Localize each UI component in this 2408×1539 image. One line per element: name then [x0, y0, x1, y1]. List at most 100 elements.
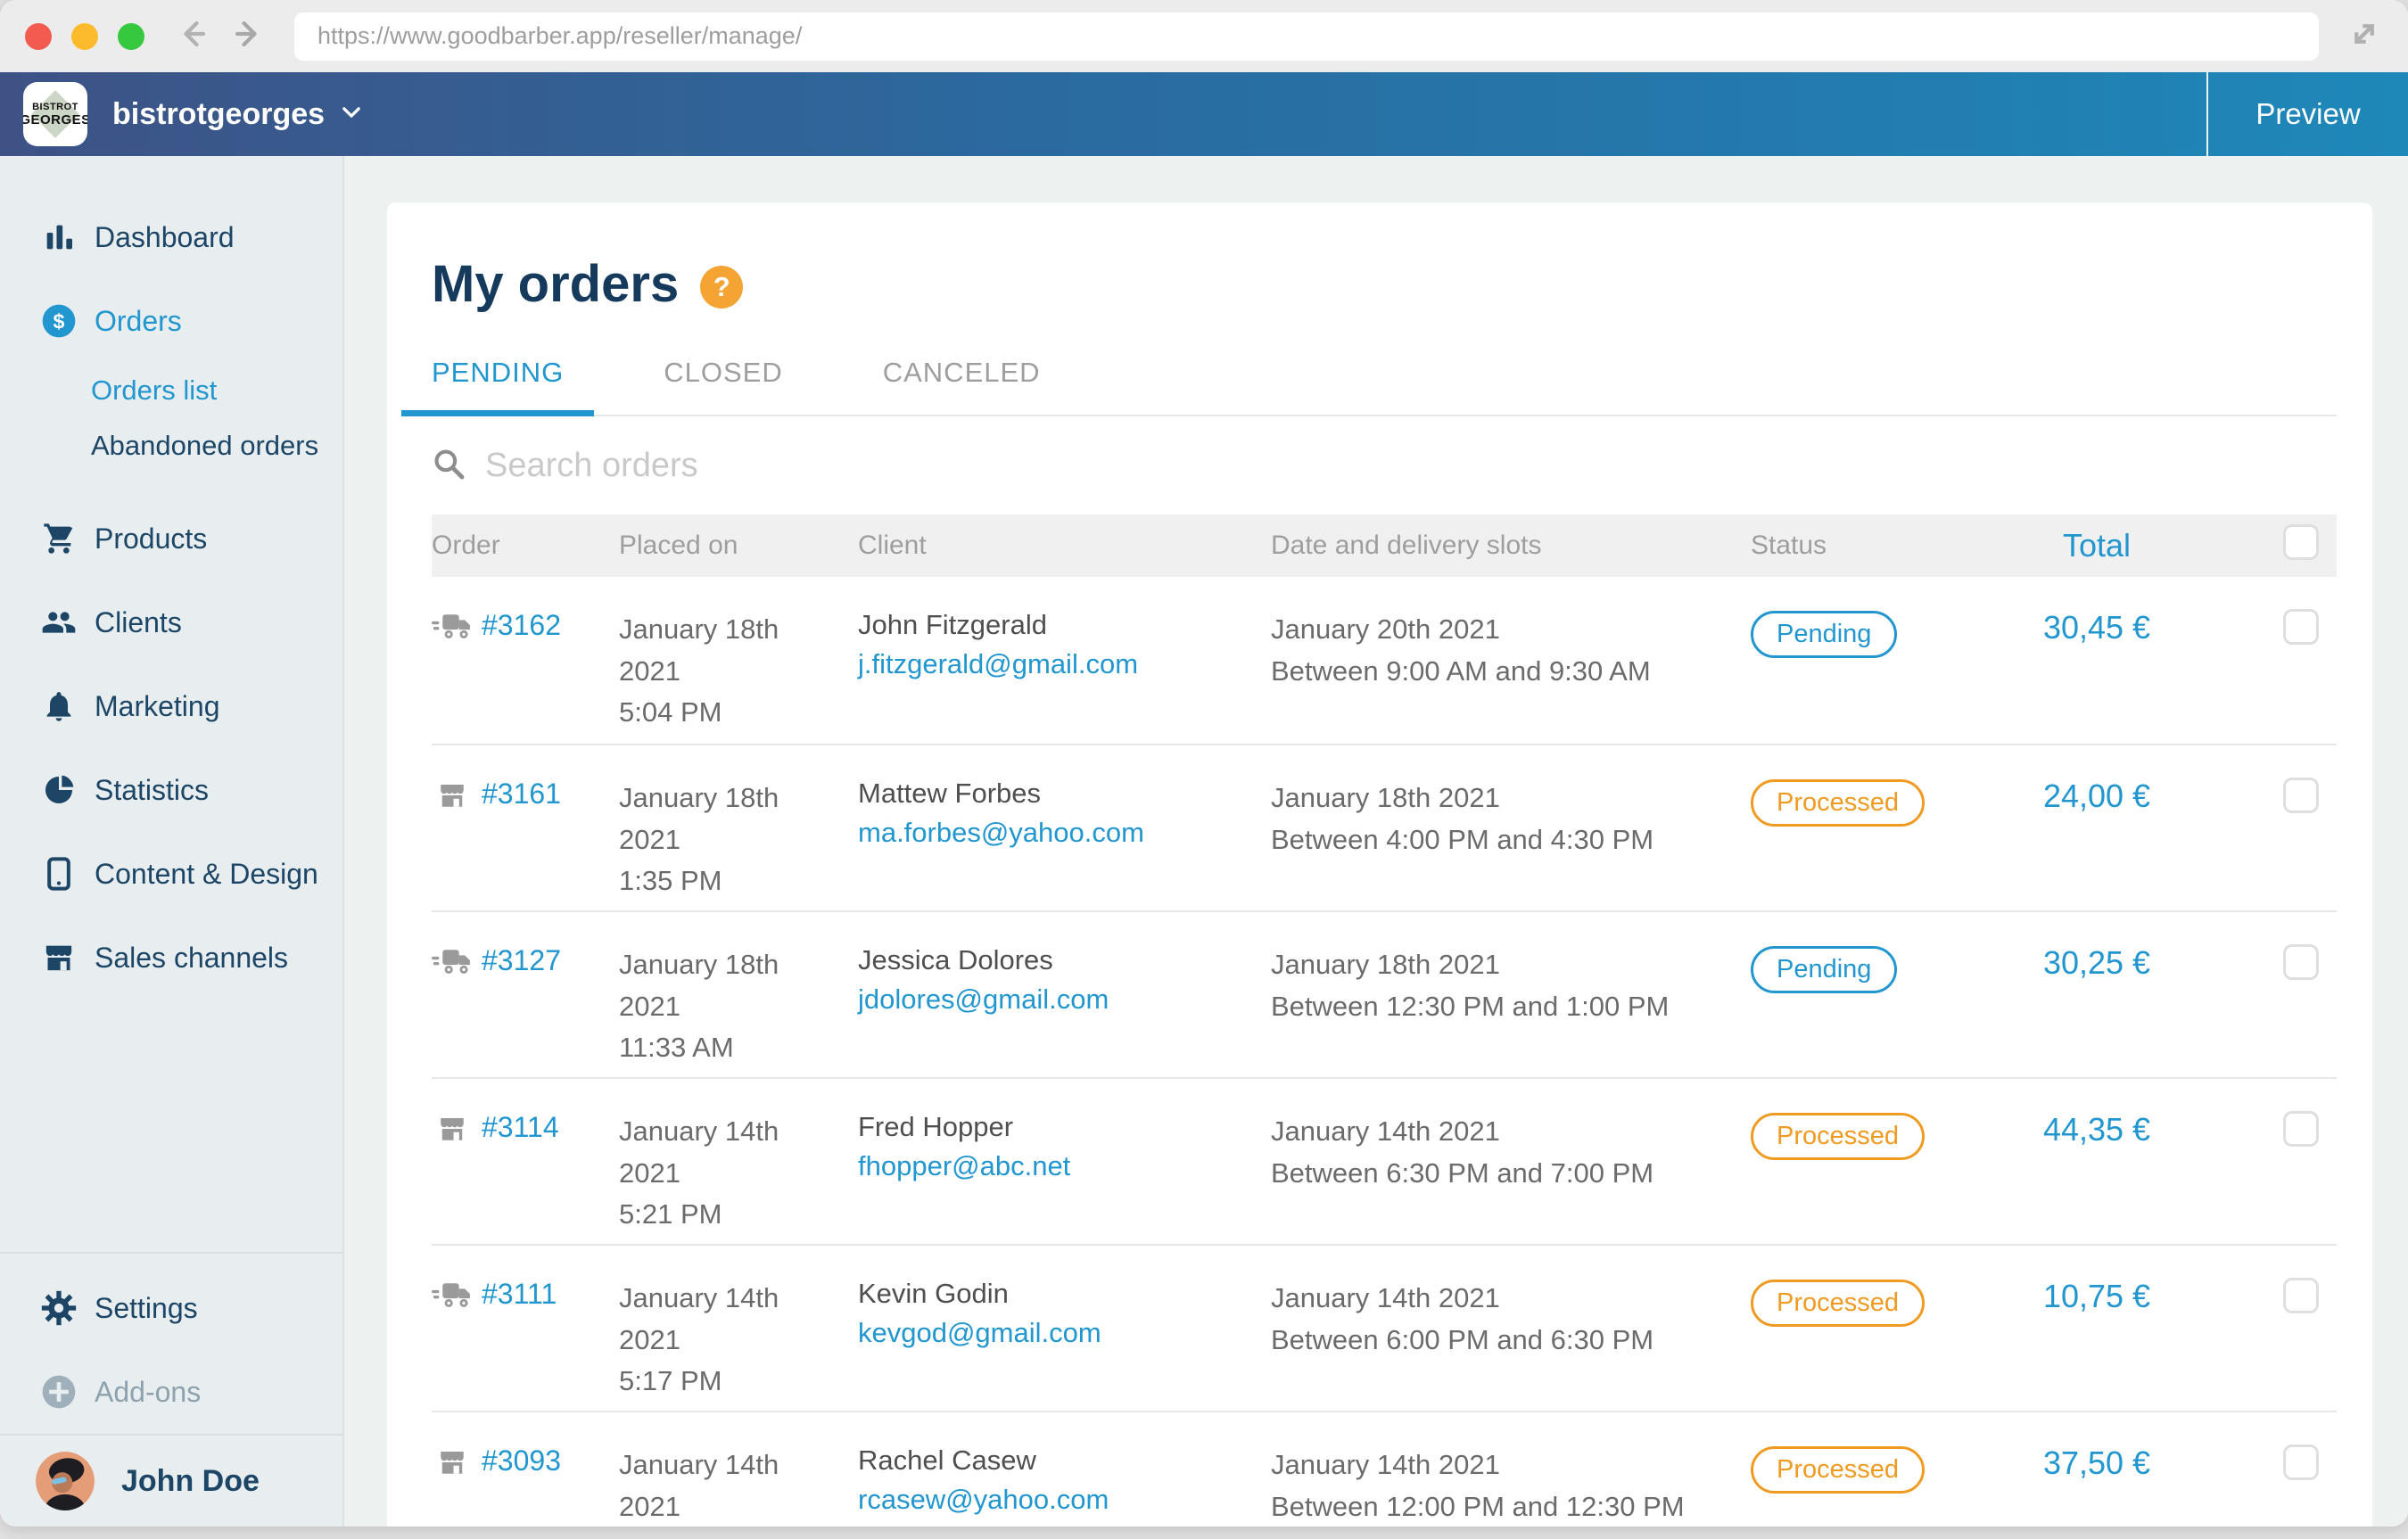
help-icon[interactable]: ? [700, 266, 743, 309]
gear-icon [39, 1290, 78, 1326]
row-checkbox[interactable] [2283, 1444, 2319, 1480]
order-number-link[interactable]: #3161 [482, 778, 561, 811]
sidebar-divider [0, 1252, 342, 1254]
logo-text-top: BISTROT [32, 102, 78, 112]
client-email-link[interactable]: fhopper@abc.net [858, 1150, 1271, 1182]
delivery-date: January 20th 2021 [1271, 609, 1751, 651]
order-total: 30,25 € [2008, 944, 2186, 982]
order-number-link[interactable]: #3114 [482, 1111, 559, 1144]
sidebar-item-sales-channels[interactable]: Sales channels [0, 916, 342, 1000]
tab-pending[interactable]: PENDING [401, 357, 594, 416]
sidebar-item-label: Statistics [95, 774, 209, 807]
sidebar-item-orders-list[interactable]: Orders list [0, 363, 342, 418]
order-total: 10,75 € [2008, 1278, 2186, 1315]
placed-date: January 14th 2021 [619, 1278, 802, 1361]
client-email-link[interactable]: j.fitzgerald@gmail.com [858, 648, 1271, 680]
minimize-window-button[interactable] [71, 23, 98, 50]
client-name: Fred Hopper [858, 1111, 1271, 1143]
sidebar-item-products[interactable]: Products [0, 497, 342, 580]
address-bar[interactable]: https://www.goodbarber.app/reseller/mana… [294, 12, 2319, 61]
delivery-date: January 14th 2021 [1271, 1111, 1751, 1153]
table-row: #3093 January 14th 202111:06 AM Rachel C… [432, 1411, 2337, 1527]
main-content: My orders ? PENDING CLOSED CANCELED Orde… [344, 156, 2408, 1527]
row-checkbox[interactable] [2283, 1278, 2319, 1313]
row-checkbox[interactable] [2283, 778, 2319, 813]
sidebar-item-content-design[interactable]: Content & Design [0, 832, 342, 916]
order-number-link[interactable]: #3162 [482, 609, 561, 642]
client-email-link[interactable]: jdolores@gmail.com [858, 983, 1271, 1016]
select-all-checkbox[interactable] [2283, 524, 2319, 560]
browser-window: https://www.goodbarber.app/reseller/mana… [0, 0, 2408, 1527]
orders-list: #3162 January 18th 20215:04 PM John Fitz… [432, 577, 2337, 1527]
sidebar-item-label: Products [95, 523, 207, 556]
bar-chart-icon [39, 219, 78, 255]
placed-time: 11:33 AM [619, 1032, 734, 1063]
column-header-status: Status [1751, 531, 2008, 561]
tab-closed[interactable]: CLOSED [633, 357, 812, 416]
maximize-window-button[interactable] [118, 23, 144, 50]
sidebar-item-label: Content & Design [95, 858, 318, 891]
client-email-link[interactable]: ma.forbes@yahoo.com [858, 817, 1271, 849]
truck-icon [432, 611, 482, 647]
sidebar-item-label: Settings [95, 1292, 198, 1325]
table-row: #3114 January 14th 20215:21 PM Fred Hopp… [432, 1077, 2337, 1244]
sidebar-item-marketing[interactable]: Marketing [0, 664, 342, 748]
table-row: #3127 January 18th 202111:33 AM Jessica … [432, 910, 2337, 1077]
orders-card: My orders ? PENDING CLOSED CANCELED Orde… [387, 202, 2372, 1527]
placed-date: January 14th 2021 [619, 1111, 802, 1194]
search-bar [432, 416, 2337, 514]
sidebar-item-dashboard[interactable]: Dashboard [0, 195, 342, 279]
logo-text-bottom: GEORGES [23, 112, 87, 128]
close-window-button[interactable] [25, 23, 52, 50]
client-name: Kevin Godin [858, 1278, 1271, 1310]
order-total: 44,35 € [2008, 1111, 2186, 1148]
row-checkbox[interactable] [2283, 944, 2319, 980]
client-email-link[interactable]: kevgod@gmail.com [858, 1317, 1271, 1349]
sidebar-item-label: Add-ons [95, 1376, 201, 1409]
tab-canceled[interactable]: CANCELED [853, 357, 1071, 416]
expand-icon[interactable] [2346, 15, 2383, 57]
sidebar-item-orders[interactable]: Orders [0, 279, 342, 363]
pie-chart-icon [39, 772, 78, 808]
user-name: John Doe [121, 1464, 260, 1499]
client-email-link[interactable]: rcasew@yahoo.com [858, 1484, 1271, 1516]
preview-button[interactable]: Preview [2206, 72, 2408, 156]
chevron-down-icon[interactable] [339, 100, 364, 129]
order-number-link[interactable]: #3111 [482, 1278, 557, 1311]
sidebar-item-clients[interactable]: Clients [0, 580, 342, 664]
user-profile[interactable]: John Doe [0, 1436, 342, 1527]
delivery-slot: Between 6:30 PM and 7:00 PM [1271, 1153, 1751, 1195]
table-row: #3161 January 18th 20211:35 PM Mattew Fo… [432, 744, 2337, 910]
table-row: #3111 January 14th 20215:17 PM Kevin God… [432, 1244, 2337, 1411]
storefront-icon [432, 1113, 482, 1149]
plus-circle-icon [39, 1374, 78, 1410]
truck-icon [432, 946, 482, 983]
client-name: Rachel Casew [858, 1444, 1271, 1477]
order-tabs: PENDING CLOSED CANCELED [432, 357, 2337, 416]
placed-date: January 18th 2021 [619, 778, 802, 860]
dollar-circle-icon [39, 303, 78, 339]
forward-icon[interactable] [232, 18, 264, 54]
delivery-date: January 18th 2021 [1271, 944, 1751, 986]
cart-icon [39, 521, 78, 556]
sidebar-item-abandoned-orders[interactable]: Abandoned orders [0, 418, 342, 473]
workspace-name[interactable]: bistrotgeorges [112, 97, 325, 132]
row-checkbox[interactable] [2283, 609, 2319, 645]
sidebar-item-statistics[interactable]: Statistics [0, 748, 342, 832]
table-header: Order Placed on Client Date and delivery… [432, 514, 2337, 577]
order-number-link[interactable]: #3127 [482, 944, 561, 977]
order-number-link[interactable]: #3093 [482, 1444, 561, 1477]
search-input[interactable] [485, 447, 1109, 485]
truck-icon [432, 1280, 482, 1316]
storefront-icon [39, 940, 78, 975]
back-icon[interactable] [177, 18, 209, 54]
column-header-client: Client [858, 531, 1271, 561]
placed-time: 5:04 PM [619, 696, 722, 728]
delivery-date: January 18th 2021 [1271, 778, 1751, 819]
avatar [36, 1452, 95, 1510]
delivery-slot: Between 6:00 PM and 6:30 PM [1271, 1320, 1751, 1362]
sidebar-item-settings[interactable]: Settings [0, 1266, 342, 1350]
row-checkbox[interactable] [2283, 1111, 2319, 1147]
status-badge: Pending [1751, 946, 1897, 993]
sidebar-item-add-ons[interactable]: Add-ons [0, 1350, 342, 1434]
